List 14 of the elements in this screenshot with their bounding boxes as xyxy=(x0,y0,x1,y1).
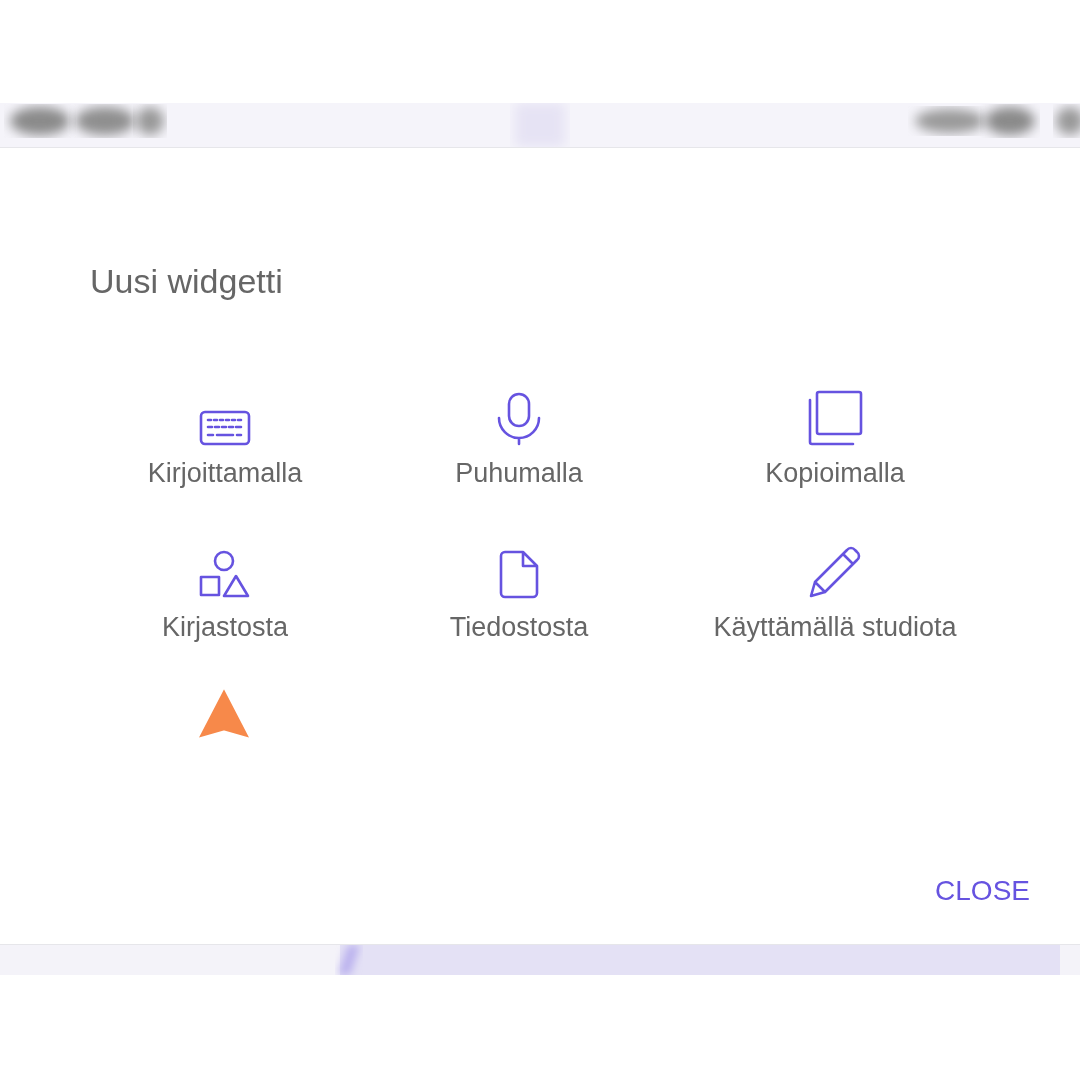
option-label[interactable]: Kopioimalla xyxy=(765,456,905,490)
option-label[interactable]: Käyttämällä studiota xyxy=(713,610,957,644)
keyboard-icon[interactable] xyxy=(199,410,251,446)
close-button[interactable]: CLOSE xyxy=(931,870,1034,912)
dialog-title: Uusi widgetti xyxy=(90,261,283,302)
option-label[interactable]: Tiedostosta xyxy=(449,610,589,644)
file-icon[interactable] xyxy=(498,550,540,600)
copy-icon[interactable] xyxy=(807,390,863,446)
option-label[interactable]: Kirjoittamalla xyxy=(147,456,303,490)
shapes-icon[interactable] xyxy=(199,550,251,600)
option-label[interactable]: Puhumalla xyxy=(455,456,583,490)
option-label[interactable]: Kirjastosta xyxy=(161,610,289,644)
pencil-icon[interactable] xyxy=(807,544,863,600)
microphone-icon[interactable] xyxy=(496,392,542,446)
